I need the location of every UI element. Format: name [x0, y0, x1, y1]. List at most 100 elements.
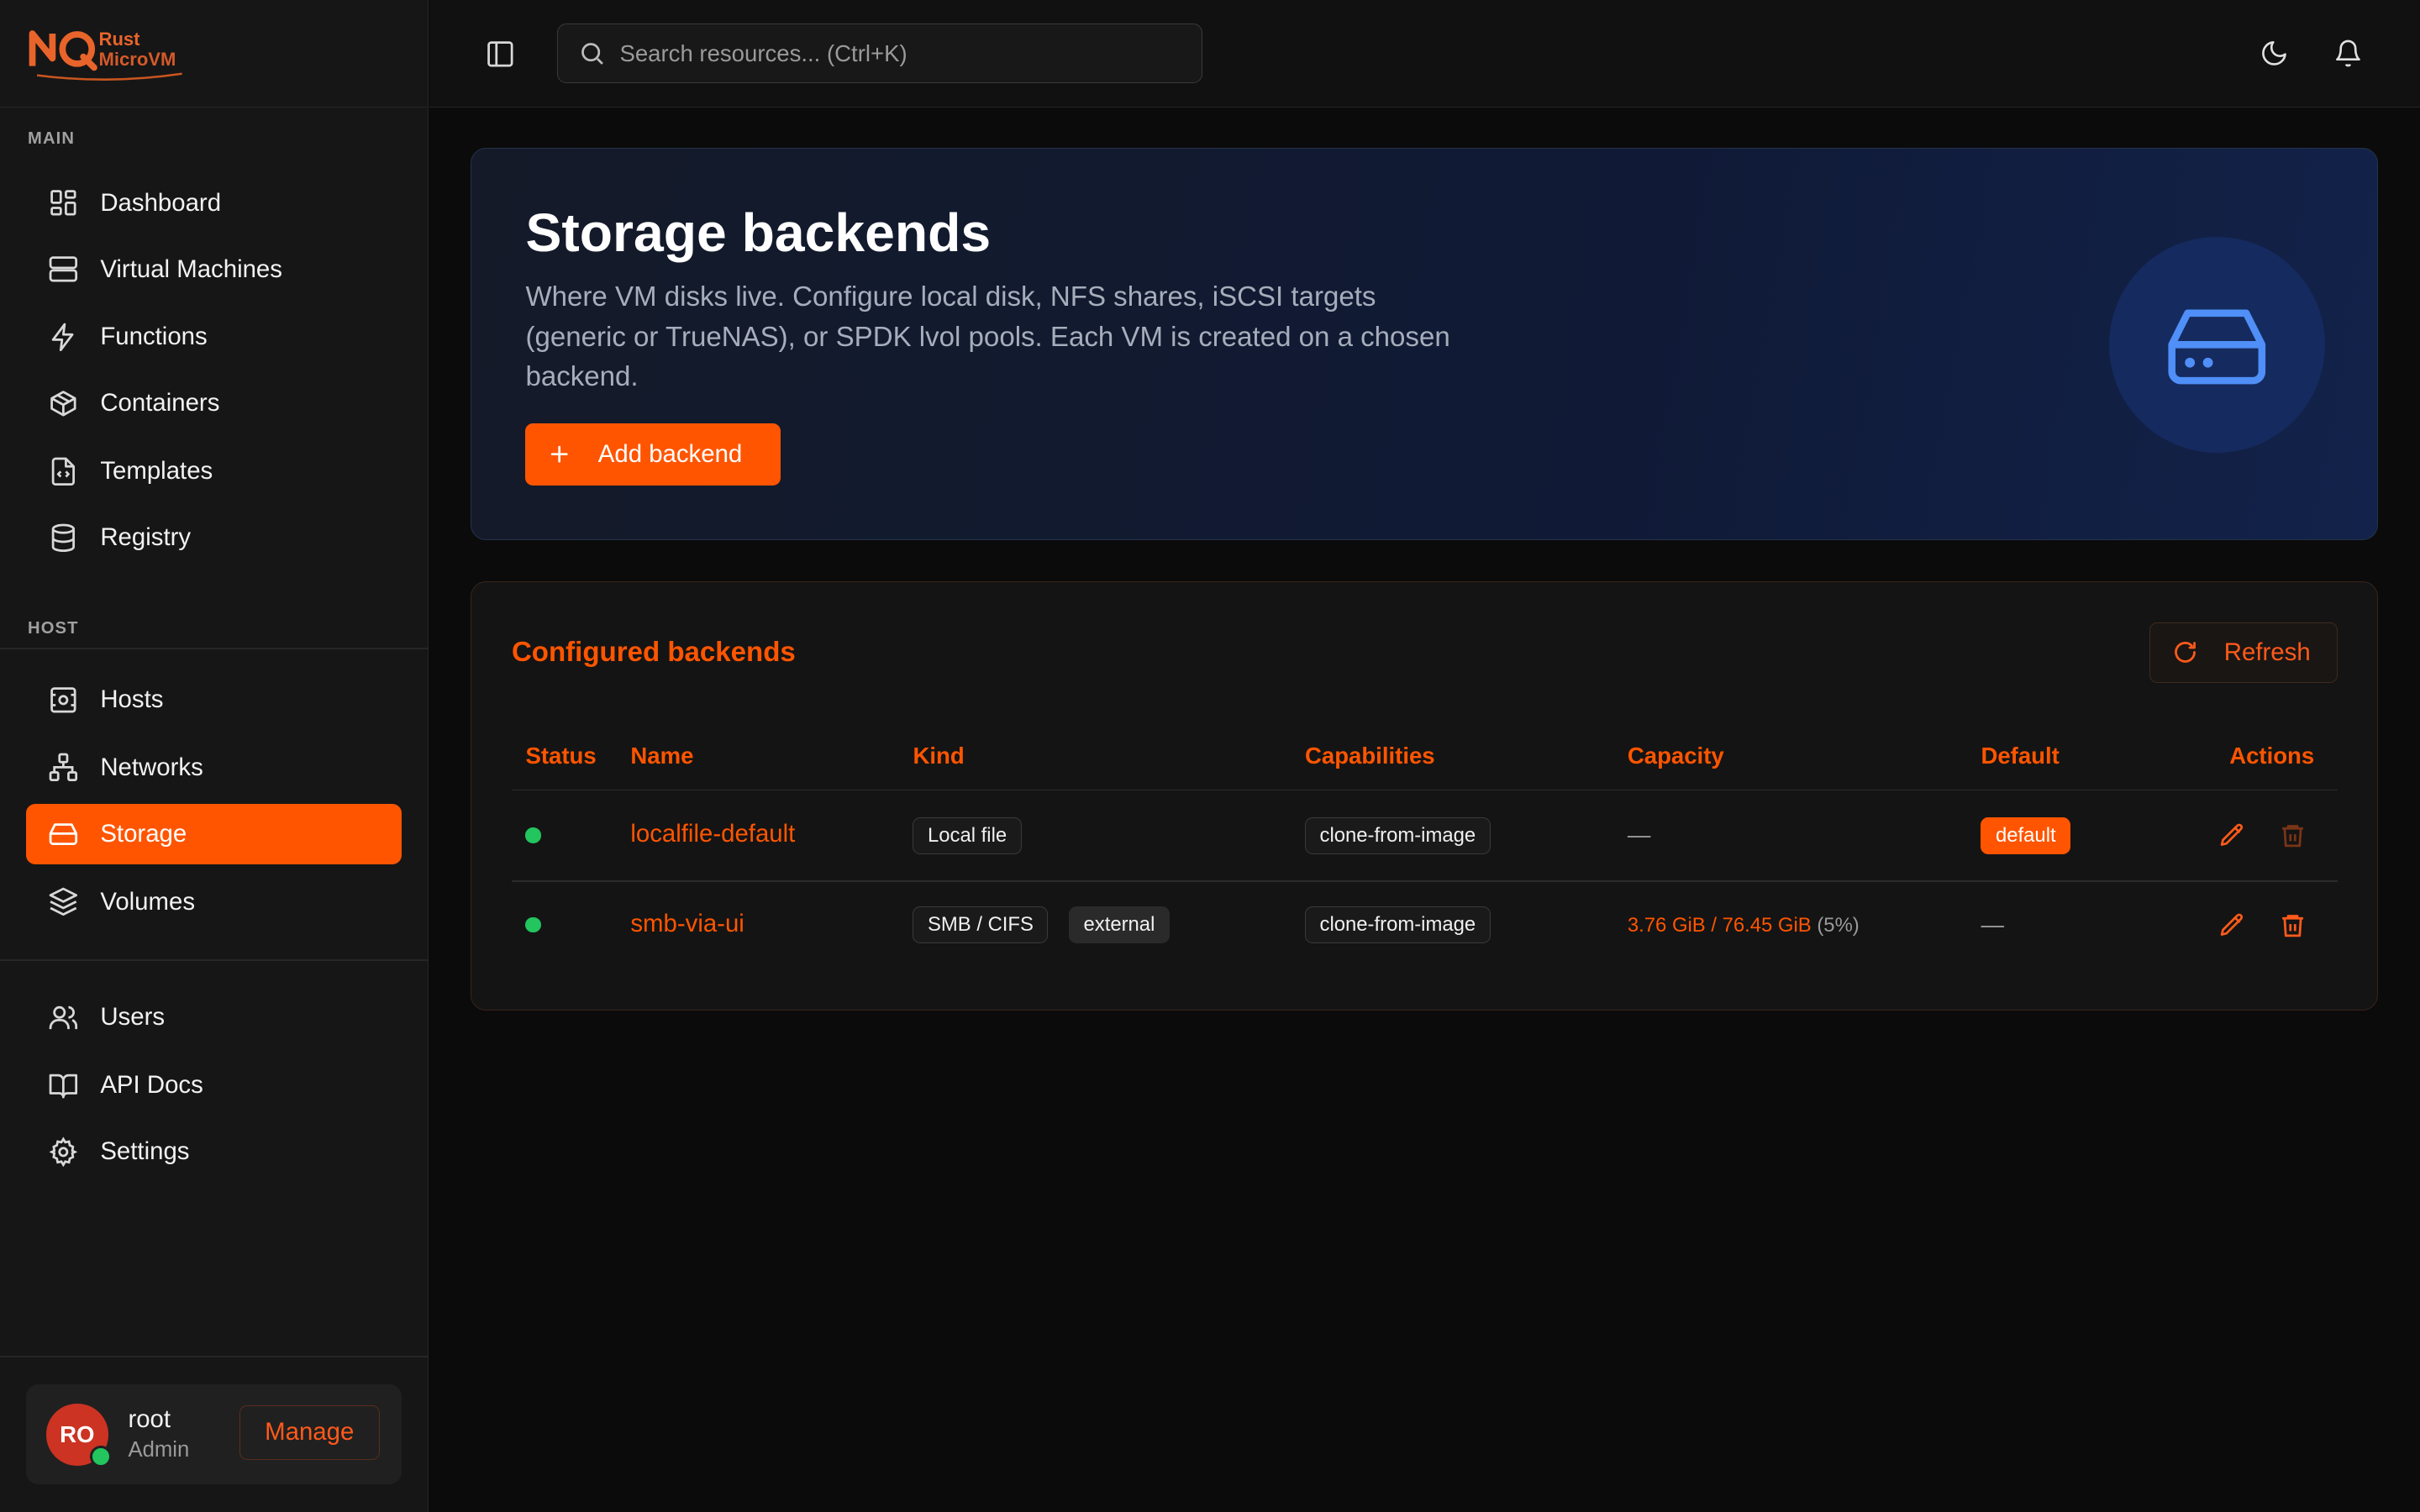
- layers-icon: [48, 886, 79, 917]
- sidebar-item-label: Users: [100, 1003, 166, 1032]
- users-icon: [48, 1002, 79, 1033]
- file-code-icon: [48, 456, 79, 487]
- plus-icon: [547, 442, 571, 466]
- topbar: [429, 0, 2420, 108]
- user-role: Admin: [128, 1437, 190, 1462]
- user-name: root: [128, 1405, 171, 1434]
- table-row-divider: [511, 879, 2338, 882]
- backend-name-link[interactable]: smb-via-ui: [630, 910, 744, 938]
- add-backend-label: Add backend: [597, 439, 743, 468]
- sidebar-item-label: Dashboard: [100, 188, 222, 217]
- refresh-label: Refresh: [2223, 638, 2311, 666]
- sidebar-divider: [0, 1356, 428, 1358]
- status-online-dot: [525, 916, 541, 933]
- refresh-icon: [2171, 638, 2199, 666]
- sidebar-item-storage[interactable]: Storage: [26, 803, 402, 864]
- page-title: Storage backends: [525, 202, 992, 263]
- search-box: [557, 23, 1202, 85]
- capacity-value: 3.76 GiB / 76.45 GiB (5%): [1628, 914, 1860, 937]
- sidebar-item-label: Virtual Machines: [100, 255, 282, 283]
- sidebar-item-hosts[interactable]: Hosts: [26, 669, 401, 730]
- gear-icon: [48, 1137, 79, 1168]
- backend-name-link[interactable]: localfile-default: [630, 820, 795, 848]
- sidebar-item-templates[interactable]: Templates: [26, 441, 401, 501]
- capacity-value: —: [1627, 822, 1651, 848]
- sidebar-item-label: Containers: [100, 389, 220, 417]
- status-online-dot: [525, 827, 541, 843]
- delete-icon[interactable]: [2279, 822, 2307, 849]
- table-header-divider: [511, 789, 2338, 791]
- logo-area: Rust MicroVM: [0, 0, 428, 108]
- manage-button[interactable]: Manage: [239, 1405, 380, 1460]
- sidebar: Rust MicroVM MAIN Dashboard Virtual Mach…: [0, 0, 429, 1512]
- sidebar-item-label: Registry: [100, 523, 192, 552]
- column-header-capacity: Capacity: [1627, 743, 1724, 769]
- sidebar-item-api-docs[interactable]: API Docs: [26, 1055, 401, 1116]
- user-card: RO root Admin Manage: [26, 1383, 402, 1484]
- column-header-status: Status: [525, 743, 597, 769]
- sidebar-item-networks[interactable]: Networks: [26, 738, 401, 798]
- hard-drive-icon: [48, 818, 79, 849]
- column-header-kind: Kind: [913, 743, 965, 769]
- capacity-used-total: 3.76 GiB / 76.45 GiB: [1627, 914, 1812, 937]
- backends-card-title: Configured backends: [511, 636, 796, 668]
- kind-badge: SMB / CIFS: [913, 906, 1049, 944]
- refresh-button[interactable]: Refresh: [2149, 622, 2338, 683]
- lightning-icon: [48, 322, 79, 353]
- network-icon: [48, 752, 79, 783]
- sidebar-item-registry[interactable]: Registry: [26, 507, 401, 568]
- search-icon: [578, 39, 606, 67]
- book-icon: [48, 1070, 79, 1101]
- sidebar-item-users[interactable]: Users: [26, 987, 401, 1047]
- sidebar-item-settings[interactable]: Settings: [26, 1121, 401, 1182]
- sidebar-item-label: Volumes: [100, 887, 196, 916]
- column-header-default: Default: [1981, 743, 2060, 769]
- server-icon: [48, 254, 79, 285]
- capability-badge: clone-from-image: [1305, 906, 1491, 944]
- default-value: —: [1981, 911, 2005, 937]
- sidebar-item-volumes[interactable]: Volumes: [26, 872, 401, 932]
- edit-icon[interactable]: [2218, 822, 2246, 849]
- add-backend-button[interactable]: Add backend: [525, 423, 781, 486]
- sidebar-item-label: Hosts: [100, 685, 164, 713]
- sidebar-item-containers[interactable]: Containers: [26, 373, 401, 433]
- column-header-actions: Actions: [2229, 743, 2315, 769]
- kind-badge: Local file: [913, 816, 1022, 854]
- default-badge: default: [1981, 816, 2071, 854]
- page-description: Where VM disks live. Configure local dis…: [525, 281, 1450, 393]
- column-header-capabilities: Capabilities: [1305, 743, 1435, 769]
- logo-text: Rust MicroVM: [99, 29, 176, 70]
- sidebar-item-label: Networks: [100, 753, 203, 781]
- hero-banner: Storage backends Where VM disks live. Co…: [471, 148, 2379, 540]
- dashboard-icon: [48, 187, 79, 218]
- box-icon: [48, 388, 79, 419]
- column-header-name: Name: [630, 743, 694, 769]
- delete-icon[interactable]: [2279, 911, 2307, 939]
- sidebar-divider: [0, 959, 428, 962]
- host-icon: [48, 685, 79, 716]
- sidebar-item-label: Storage: [100, 819, 187, 848]
- hard-drive-icon: [2163, 291, 2271, 399]
- logo-line-1: Rust: [98, 28, 140, 50]
- kind-badge-external: external: [1068, 906, 1170, 944]
- sidebar-item-functions[interactable]: Functions: [26, 307, 401, 368]
- section-label-host: HOST: [28, 618, 79, 638]
- sidebar-item-virtual-machines[interactable]: Virtual Machines: [26, 239, 401, 300]
- sidebar-toggle-icon[interactable]: [485, 39, 516, 70]
- sidebar-item-label: API Docs: [100, 1071, 203, 1100]
- bell-icon[interactable]: [2333, 39, 2363, 68]
- database-icon: [48, 522, 79, 554]
- hero-illustration: [2108, 237, 2326, 454]
- search-input[interactable]: [616, 24, 1194, 85]
- sidebar-divider: [0, 648, 428, 650]
- moon-icon[interactable]: [2260, 39, 2289, 68]
- capacity-percent: (5%): [1817, 914, 1860, 937]
- online-status-dot: [89, 1445, 112, 1468]
- sidebar-item-dashboard[interactable]: Dashboard: [26, 173, 401, 234]
- edit-icon[interactable]: [2218, 911, 2246, 939]
- sidebar-item-label: Templates: [100, 457, 213, 486]
- sidebar-item-label: Functions: [100, 323, 208, 351]
- logo-line-2: MicroVM: [98, 48, 176, 70]
- backends-card: Configured backends Refresh Status Name …: [471, 581, 2379, 1011]
- sidebar-item-label: Settings: [100, 1137, 190, 1166]
